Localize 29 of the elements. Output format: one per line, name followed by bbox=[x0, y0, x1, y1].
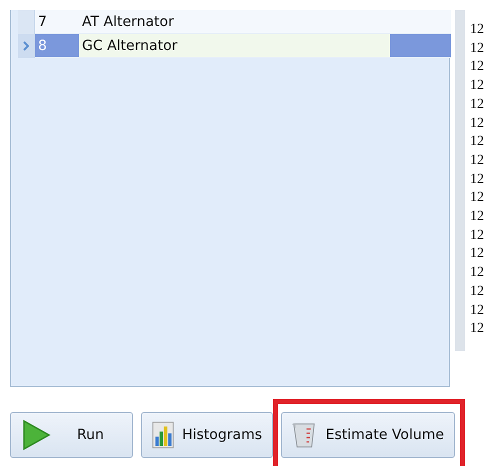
log-line: 12 bbox=[470, 77, 485, 96]
log-line: 12 bbox=[470, 152, 485, 170]
log-line: 12 bbox=[470, 58, 485, 76]
log-line: 12 bbox=[470, 96, 485, 114]
log-line: 12 bbox=[470, 264, 485, 282]
table-cell: AT Alternator bbox=[79, 10, 390, 34]
table-cell: GC Alternator bbox=[79, 34, 390, 58]
play-icon bbox=[21, 419, 51, 451]
run-button[interactable]: Run bbox=[10, 412, 133, 458]
log-line: 12 bbox=[470, 21, 485, 39]
log-line: 12 bbox=[470, 170, 485, 189]
log-line: 12 bbox=[470, 226, 485, 245]
log-line: 12 bbox=[470, 282, 485, 301]
log-line: 12 bbox=[470, 245, 485, 264]
table-cell: 7 bbox=[35, 10, 79, 34]
log-line: 12 bbox=[470, 208, 485, 226]
log-line: 12 bbox=[470, 133, 485, 152]
log-line: 12 bbox=[470, 189, 485, 208]
log-line: 12 bbox=[470, 302, 485, 320]
histogram-button[interactable]: Histograms bbox=[141, 412, 273, 458]
volume-button[interactable]: Estimate Volume bbox=[281, 412, 455, 458]
table-cell: 8 bbox=[35, 34, 79, 58]
chevron-icon bbox=[23, 41, 29, 51]
log-line: 12 bbox=[470, 114, 485, 133]
log-line: 12 bbox=[470, 320, 485, 338]
table-cell bbox=[390, 10, 451, 34]
row-header[interactable] bbox=[18, 34, 35, 58]
log-line: 12 bbox=[470, 40, 485, 58]
bar-chart-icon bbox=[152, 419, 174, 451]
